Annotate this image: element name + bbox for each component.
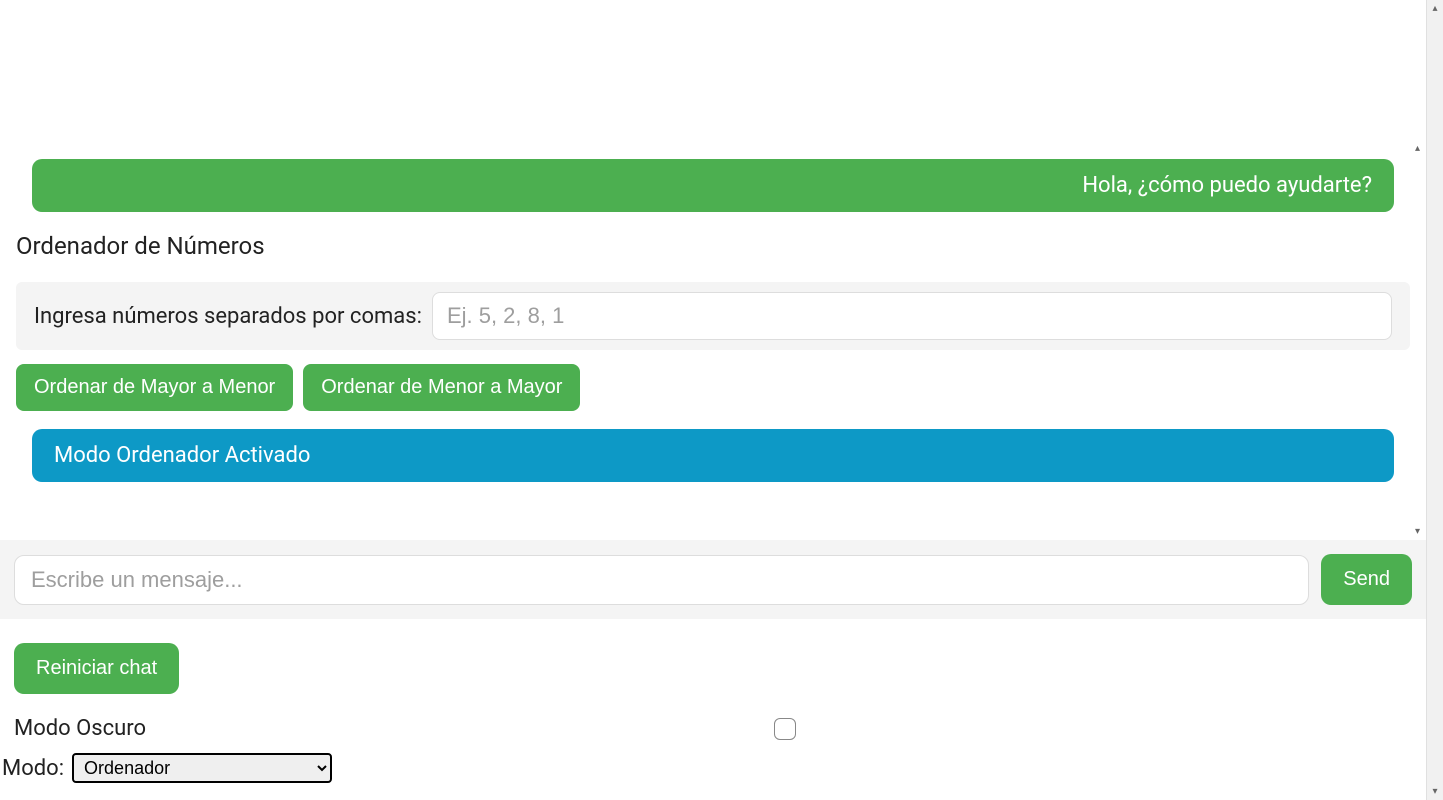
sorter-input-label: Ingresa números separados por comas: (34, 304, 422, 329)
page-scrollbar[interactable]: ▴ ▾ (1426, 0, 1443, 800)
sort-asc-button[interactable]: Ordenar de Menor a Mayor (303, 364, 580, 411)
dark-mode-row: Modo Oscuro (0, 706, 810, 749)
send-button[interactable]: Send (1321, 554, 1412, 605)
dark-mode-label: Modo Oscuro (14, 716, 146, 741)
sort-desc-button[interactable]: Ordenar de Mayor a Menor (16, 364, 293, 411)
compose-input[interactable] (14, 555, 1309, 605)
mode-label: Modo: (2, 756, 64, 781)
chat-message-text: Hola, ¿cómo puedo ayudarte? (1082, 173, 1372, 198)
compose-bar: Send (0, 540, 1426, 619)
sorter-number-input[interactable] (432, 292, 1392, 340)
reset-chat-button[interactable]: Reiniciar chat (14, 643, 179, 694)
chat-message-assistant-greeting: Hola, ¿cómo puedo ayudarte? (32, 159, 1394, 212)
chat-message-text: Modo Ordenador Activado (54, 443, 310, 468)
chat-scrollbar[interactable]: ▴ ▾ (1409, 140, 1426, 540)
scroll-down-icon[interactable]: ▾ (1427, 783, 1443, 800)
mode-row: Modo: Ordenador (0, 749, 1426, 783)
mode-select[interactable]: Ordenador (72, 753, 332, 783)
dark-mode-checkbox[interactable] (774, 718, 796, 740)
sorter-title: Ordenador de Números (16, 232, 1412, 260)
scroll-up-icon[interactable]: ▴ (1427, 0, 1443, 17)
sorter-input-row: Ingresa números separados por comas: (16, 282, 1410, 350)
chat-message-status: Modo Ordenador Activado (32, 429, 1394, 482)
chat-scroller[interactable]: Hola, ¿cómo puedo ayudarte? Ordenador de… (0, 0, 1426, 540)
scroll-up-icon[interactable]: ▴ (1409, 140, 1426, 157)
sorter-button-row: Ordenar de Mayor a Menor Ordenar de Meno… (16, 364, 1410, 411)
scroll-down-icon[interactable]: ▾ (1409, 523, 1426, 540)
